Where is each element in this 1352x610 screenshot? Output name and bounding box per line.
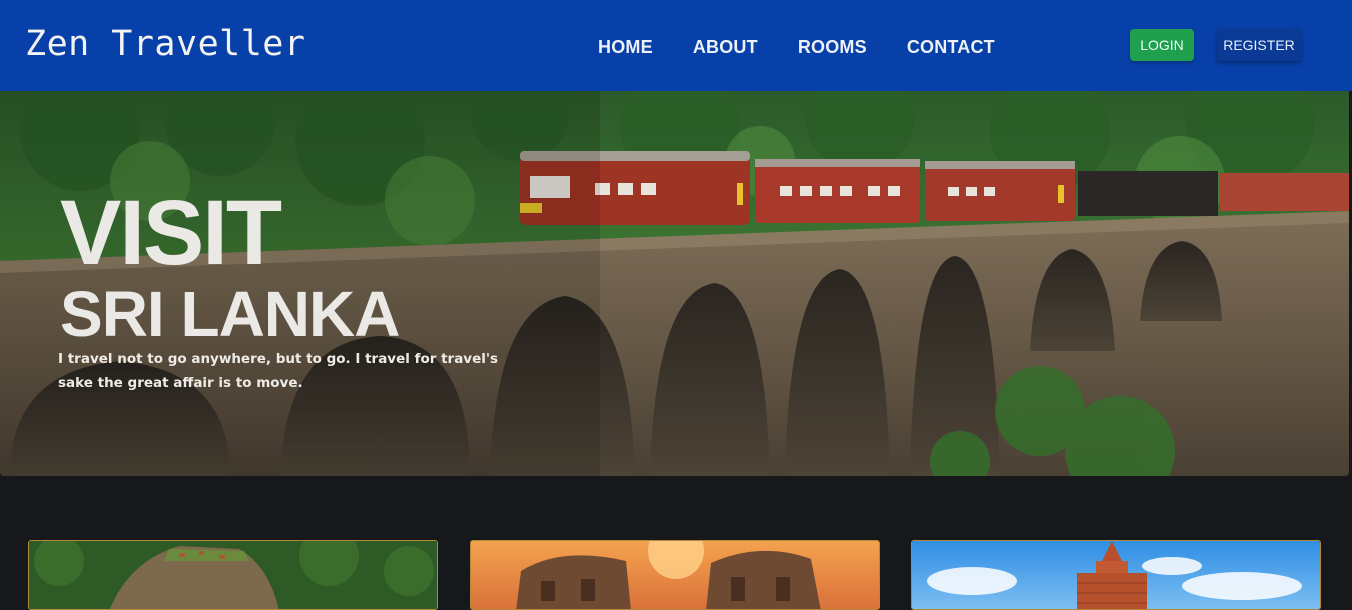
top-navbar: Zen Traveller HOME ABOUT ROOMS CONTACT L… [0,0,1352,91]
brand-logo[interactable]: Zen Traveller [25,24,305,64]
hero-title-country: SRI LANKA [60,278,400,350]
ruins-image [471,541,879,609]
nav-contact-link[interactable]: CONTACT [907,37,995,58]
nav-home-link[interactable]: HOME [598,37,653,58]
destination-cards [0,540,1352,610]
nav-rooms-link[interactable]: ROOMS [798,37,867,58]
stupa-image [912,541,1320,609]
hero-quote: I travel not to go anywhere, but to go. … [58,351,499,391]
nav-about-link[interactable]: ABOUT [693,37,758,58]
destination-card-ruins[interactable] [470,540,880,610]
login-button[interactable]: LOGIN [1130,29,1194,61]
main-nav: HOME ABOUT ROOMS CONTACT [598,37,995,58]
register-button[interactable]: REGISTER [1217,29,1301,61]
hero-banner: VISIT SRI LANKA I travel not to go anywh… [0,91,1349,476]
destination-card-sigiriya[interactable] [28,540,438,610]
hero-title-visit: VISIT [60,182,282,284]
destination-card-stupa[interactable] [911,540,1321,610]
sigiriya-image [29,541,437,609]
